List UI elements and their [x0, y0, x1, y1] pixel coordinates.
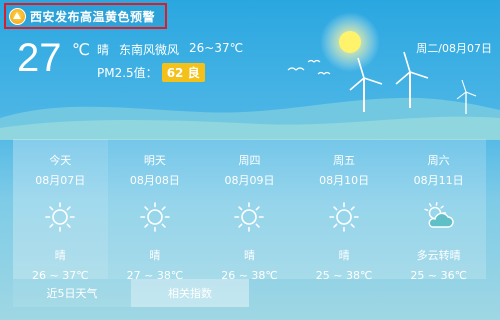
forecast-panel: 今天 08月07日晴 26 ~ 37℃ 明天 08月08日晴 27 ~ 38℃ 周四 08月0… [13, 139, 486, 282]
forecast-day-condition: 晴 [149, 249, 161, 262]
forecast-day-condition: 晴 [338, 249, 350, 262]
tab-five-day-weather[interactable]: 近5日天气 [13, 279, 131, 307]
forecast-day-name: 明天 [143, 154, 166, 167]
forecast-day-date: 08月11日 [413, 174, 464, 187]
current-condition: 晴 [97, 43, 110, 57]
forecast-day-range: 25 ~ 36℃ [410, 269, 467, 282]
bird-icon [307, 59, 321, 63]
current-temperature: 27 [17, 36, 62, 80]
partly-cloudy-icon [422, 200, 456, 234]
sun-icon [339, 31, 361, 53]
pm25-line: PM2.5值： 62 良 [97, 63, 205, 82]
forecast-day-name: 周四 [238, 154, 261, 167]
warning-icon [9, 7, 26, 25]
current-wind: 东南风微风 [119, 43, 180, 57]
weather-alert-banner[interactable]: 西安发布高温黄色预警 [4, 3, 167, 29]
tab-related-index[interactable]: 相关指数 [131, 279, 249, 307]
forecast-day-name: 周五 [333, 154, 356, 167]
forecast-day-date: 08月10日 [319, 174, 370, 187]
forecast-day-date: 08月07日 [35, 174, 86, 187]
alert-text: 西安发布高温黄色预警 [30, 9, 156, 24]
forecast-day-range: 25 ~ 38℃ [315, 269, 373, 282]
bird-icon [317, 71, 331, 75]
forecast-day-name: 今天 [49, 154, 72, 167]
sun-icon [43, 200, 77, 234]
forecast-day-condition: 多云转晴 [416, 249, 461, 262]
forecast-day-condition: 晴 [54, 249, 66, 262]
sun-icon [232, 200, 266, 234]
weather-widget: 西安发布高温黄色预警 27 ℃ 晴 东南风微风 26~37℃ PM2.5值： 6… [0, 0, 500, 320]
current-date: 周二/08月07日 [416, 42, 492, 55]
current-conditions: 晴 东南风微风 26~37℃ [97, 41, 243, 58]
sun-icon [138, 200, 172, 234]
temperature-unit: ℃ [72, 40, 90, 59]
pm25-badge: 62 良 [161, 63, 205, 82]
forecast-day[interactable]: 明天 08月08日晴 27 ~ 38℃ [108, 139, 203, 282]
forecast-day[interactable]: 周五 08月10日晴 25 ~ 38℃ [297, 139, 392, 282]
forecast-day[interactable]: 周四 08月09日晴 26 ~ 38℃ [202, 139, 297, 282]
bird-icon [287, 67, 305, 71]
forecast-day[interactable]: 周六 08月11日 多云转晴 25 ~ 36℃ [391, 139, 486, 282]
forecast-day-condition: 晴 [243, 249, 255, 262]
forecast-day-date: 08月09日 [224, 174, 275, 187]
pm25-label: PM2.5值： [97, 66, 158, 80]
forecast-day-name: 周六 [427, 154, 450, 167]
current-range: 26~37℃ [189, 41, 244, 55]
forecast-day-date: 08月08日 [129, 174, 180, 187]
forecast-day[interactable]: 今天 08月07日晴 26 ~ 37℃ [13, 139, 108, 282]
sun-icon [327, 200, 361, 234]
bottom-tabs: 近5日天气 相关指数 [13, 279, 249, 307]
